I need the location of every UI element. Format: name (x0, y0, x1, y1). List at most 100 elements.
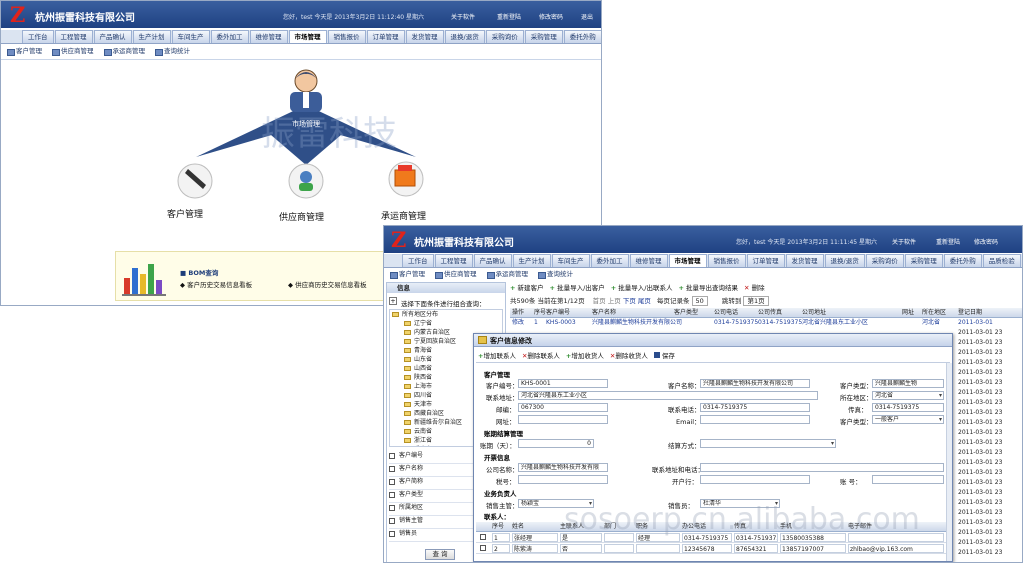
tab-6[interactable]: 维修管理 (249, 30, 288, 43)
carrier-node-label[interactable]: 承运商管理 (381, 209, 426, 222)
settle-days-field[interactable]: 0 (518, 439, 594, 448)
tab-12[interactable]: 采购询价 (485, 30, 524, 43)
postcode-field[interactable]: 067300 (518, 403, 608, 412)
category-select[interactable]: 一般客户 (872, 415, 944, 424)
contact-cell[interactable]: 否 (560, 544, 602, 553)
tree-item[interactable]: 新疆维吾尔自治区 (404, 418, 462, 427)
jump-select[interactable]: 第1页 (743, 296, 769, 306)
tab-2[interactable]: 产品确认 (473, 254, 512, 267)
pager-next[interactable]: 下页 (623, 297, 636, 305)
supplier-history-link[interactable]: ◆ 供应商历史交易信息看板 (288, 279, 367, 289)
dialog-toolbar-button[interactable]: 保存 (653, 350, 675, 360)
dialog-scrollbar[interactable] (946, 363, 952, 561)
tab-7[interactable]: 市场管理 (668, 254, 707, 267)
filter-checkbox[interactable] (389, 465, 395, 472)
tree-item[interactable]: 四川省 (404, 391, 432, 400)
tab-5[interactable]: 委外加工 (210, 30, 249, 43)
logout-link[interactable]: 退出 (581, 12, 593, 21)
dialog-toolbar-button[interactable]: ✕删除收货人 (610, 350, 648, 360)
dialog-toolbar-button[interactable]: +增加联系人 (478, 350, 516, 360)
pager-first[interactable]: 首页 (593, 297, 606, 305)
contact-cell[interactable] (636, 544, 680, 553)
tree-item[interactable]: 宁夏回族自治区 (404, 337, 456, 346)
filter-checkbox[interactable] (389, 517, 395, 524)
tab-14[interactable]: 委托外购 (943, 254, 982, 267)
subnav-item-2[interactable]: 承运商管理 (103, 46, 145, 57)
tab-7[interactable]: 市场管理 (288, 30, 327, 43)
subnav-item-3[interactable]: 查询统计 (538, 269, 573, 280)
list-toolbar-button[interactable]: ✕ 删除 (744, 282, 765, 292)
list-toolbar-button[interactable]: + 批量导入/出联系人 (611, 282, 673, 292)
customer-history-link[interactable]: ◆ 客户历史交易信息看板 (180, 279, 252, 289)
tree-item[interactable]: 陕西省 (404, 373, 432, 382)
tree-item[interactable]: 山西省 (404, 364, 432, 373)
tab-2[interactable]: 产品确认 (93, 30, 132, 43)
dialog-toolbar-button[interactable]: ✕删除联系人 (522, 350, 560, 360)
tab-10[interactable]: 发货管理 (405, 30, 444, 43)
tab-6[interactable]: 维修管理 (629, 254, 668, 267)
relogin-link-detail[interactable]: 重新登陆 (936, 237, 960, 246)
filter-checkbox[interactable] (389, 452, 395, 459)
list-cell[interactable]: 修改 (512, 318, 524, 327)
tab-11[interactable]: 退换/退货 (444, 30, 485, 43)
tab-0[interactable]: 工作台 (402, 254, 434, 267)
tree-item[interactable]: 青海省 (404, 346, 432, 355)
tab-13[interactable]: 采购管理 (904, 254, 943, 267)
tab-9[interactable]: 订单管理 (366, 30, 405, 43)
tab-0[interactable]: 工作台 (22, 30, 54, 43)
relogin-link[interactable]: 重新登陆 (497, 12, 521, 21)
tab-1[interactable]: 工程管理 (434, 254, 473, 267)
tab-4[interactable]: 车间生产 (171, 30, 210, 43)
invoice-name-field[interactable]: 兴隆县麒麟生物科技开发有限 (518, 463, 608, 472)
filter-checkbox[interactable] (389, 478, 395, 485)
address-field[interactable]: 河北省兴隆县东工业小区 (518, 391, 818, 400)
contact-cell[interactable]: 2 (492, 544, 510, 553)
bom-title[interactable]: ■ BOM查询 (180, 267, 218, 277)
change-password-link[interactable]: 修改密码 (539, 12, 563, 21)
contact-cell[interactable]: 13857197007 (780, 544, 846, 553)
tree-item[interactable]: 云南省 (404, 427, 432, 436)
subnav-item-2[interactable]: 承运商管理 (486, 269, 528, 280)
customer-node-label[interactable]: 客户管理 (167, 207, 203, 220)
tab-3[interactable]: 生产计划 (512, 254, 551, 267)
tree-item[interactable]: 山东省 (404, 355, 432, 364)
subnav-item-3[interactable]: 查询统计 (155, 46, 190, 57)
invoice-addr-field[interactable] (700, 463, 944, 472)
contact-cell[interactable] (604, 544, 634, 553)
tree-item[interactable]: 内蒙古自治区 (404, 328, 450, 337)
tab-11[interactable]: 退换/退货 (824, 254, 865, 267)
tree-item[interactable]: 天津市 (404, 400, 432, 409)
tree-item[interactable]: 重庆市 (404, 445, 432, 446)
dialog-toolbar-button[interactable]: +增加收货人 (566, 350, 604, 360)
supplier-node-label[interactable]: 供应商管理 (279, 210, 324, 223)
website-field[interactable] (518, 415, 608, 424)
subnav-item-1[interactable]: 供应商管理 (435, 269, 477, 280)
fax-field[interactable]: 0314-7519375 (872, 403, 944, 412)
about-link-detail[interactable]: 关于软件 (892, 237, 916, 246)
tab-4[interactable]: 车间生产 (551, 254, 590, 267)
tab-12[interactable]: 采购询价 (865, 254, 904, 267)
tab-9[interactable]: 订单管理 (746, 254, 785, 267)
tab-8[interactable]: 销售报价 (707, 254, 746, 267)
tab-8[interactable]: 销售报价 (327, 30, 366, 43)
query-button[interactable]: 查 询 (425, 549, 455, 560)
pager-prev[interactable]: 上页 (608, 297, 621, 305)
list-toolbar-button[interactable]: + 批量导出查询结果 (679, 282, 739, 292)
contact-cell[interactable]: 12345678 (682, 544, 732, 553)
contact-cell[interactable]: 张经理 (512, 533, 558, 542)
tree-item[interactable]: 西藏自治区 (404, 409, 444, 418)
subnav-item-1[interactable]: 供应商管理 (52, 46, 94, 57)
bank-field[interactable] (700, 475, 810, 484)
tree-item[interactable]: 辽宁省 (404, 319, 432, 328)
account-field[interactable] (872, 475, 944, 484)
tree-item[interactable]: 上海市 (404, 382, 432, 391)
name-field[interactable]: 兴隆县麒麟生物科技开发有限公司 (700, 379, 810, 388)
tab-3[interactable]: 生产计划 (132, 30, 171, 43)
subnav-item-0[interactable]: 客户管理 (7, 46, 42, 57)
phone-field[interactable]: 0314-7519375 (700, 403, 810, 412)
email-field[interactable] (700, 415, 810, 424)
contact-cell[interactable]: 陈紫涛 (512, 544, 558, 553)
pager-last[interactable]: 尾页 (638, 297, 651, 305)
subnav-item-0[interactable]: 客户管理 (390, 269, 425, 280)
list-row[interactable]: 修改 1 KHS-0003 兴隆县麒麟生物科技开发有限公司 0314-7519375 03… (510, 318, 1022, 328)
